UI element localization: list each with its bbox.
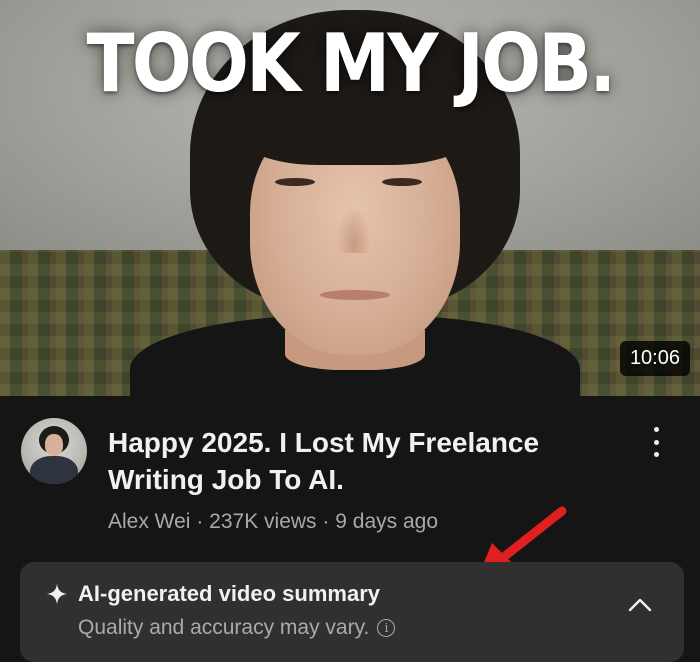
thumbnail-overlay-text: TOOK MY JOB. (86, 17, 616, 110)
video-metadata: Alex Wei · 237K views · 9 days ago (108, 510, 438, 534)
meta-separator: · (322, 510, 330, 533)
ai-summary-subtitle: Quality and accuracy may vary. i (78, 616, 396, 640)
view-count: 237K views (209, 510, 317, 533)
channel-avatar[interactable] (21, 418, 87, 484)
more-vert-icon[interactable] (646, 427, 666, 457)
meta-separator: · (196, 510, 204, 533)
duration-badge: 10:06 (619, 341, 690, 376)
ai-summary-disclaimer: Quality and accuracy may vary. (78, 616, 370, 639)
channel-name[interactable]: Alex Wei (108, 510, 190, 533)
upload-age: 9 days ago (335, 510, 438, 533)
video-thumbnail[interactable]: TOOK MY JOB. 10:06 (0, 0, 700, 396)
ai-summary-title: AI-generated video summary (78, 581, 380, 606)
sparkle-icon (46, 583, 68, 605)
video-title[interactable]: Happy 2025. I Lost My Freelance Writing … (108, 424, 608, 498)
info-icon[interactable]: i (377, 619, 396, 637)
ai-summary-card[interactable]: AI-generated video summary Quality and a… (20, 562, 684, 662)
chevron-up-icon[interactable] (628, 596, 652, 612)
